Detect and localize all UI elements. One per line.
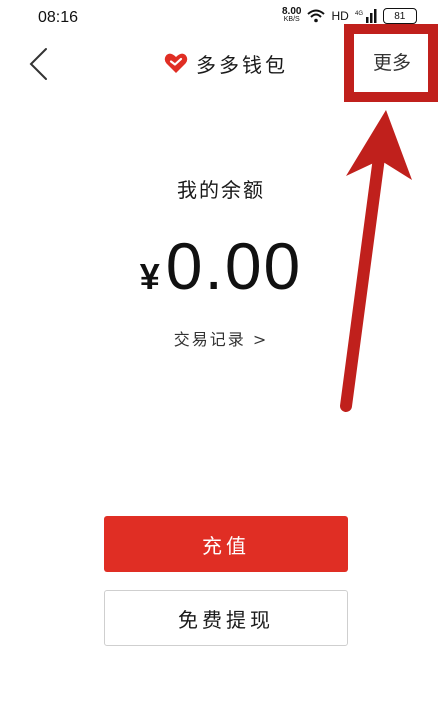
battery-level: 81	[394, 10, 406, 22]
network-speed: 8.00 KB/S	[282, 6, 302, 24]
currency-symbol: ¥	[139, 256, 160, 297]
transaction-history-link[interactable]: 交易记录 >	[0, 326, 442, 350]
wifi-icon	[307, 9, 326, 23]
hd-label: HD	[331, 9, 349, 23]
page-title: 多多钱包	[196, 52, 288, 77]
balance-amount: 0.00	[165, 229, 303, 303]
recharge-button[interactable]: 充值	[104, 516, 348, 572]
balance-display: ¥ 0.00	[0, 228, 442, 304]
signal-label: 4G	[355, 11, 363, 17]
status-time: 08:16	[38, 9, 79, 26]
free-withdraw-button[interactable]: 免费提现	[104, 590, 348, 646]
annotation-highlight-box	[344, 24, 438, 102]
signal-icon: 4G	[355, 9, 377, 23]
network-speed-unit: KB/S	[283, 16, 300, 23]
status-indicators: 8.00 KB/S HD 4G 81	[282, 6, 417, 26]
chevron-left-icon[interactable]	[26, 46, 52, 82]
balance-label: 我的余额	[177, 178, 265, 202]
heart-icon	[164, 53, 188, 73]
battery-icon: 81	[382, 8, 417, 24]
page-header-title: 多多钱包	[164, 48, 288, 78]
network-speed-value: 8.00	[282, 6, 302, 17]
